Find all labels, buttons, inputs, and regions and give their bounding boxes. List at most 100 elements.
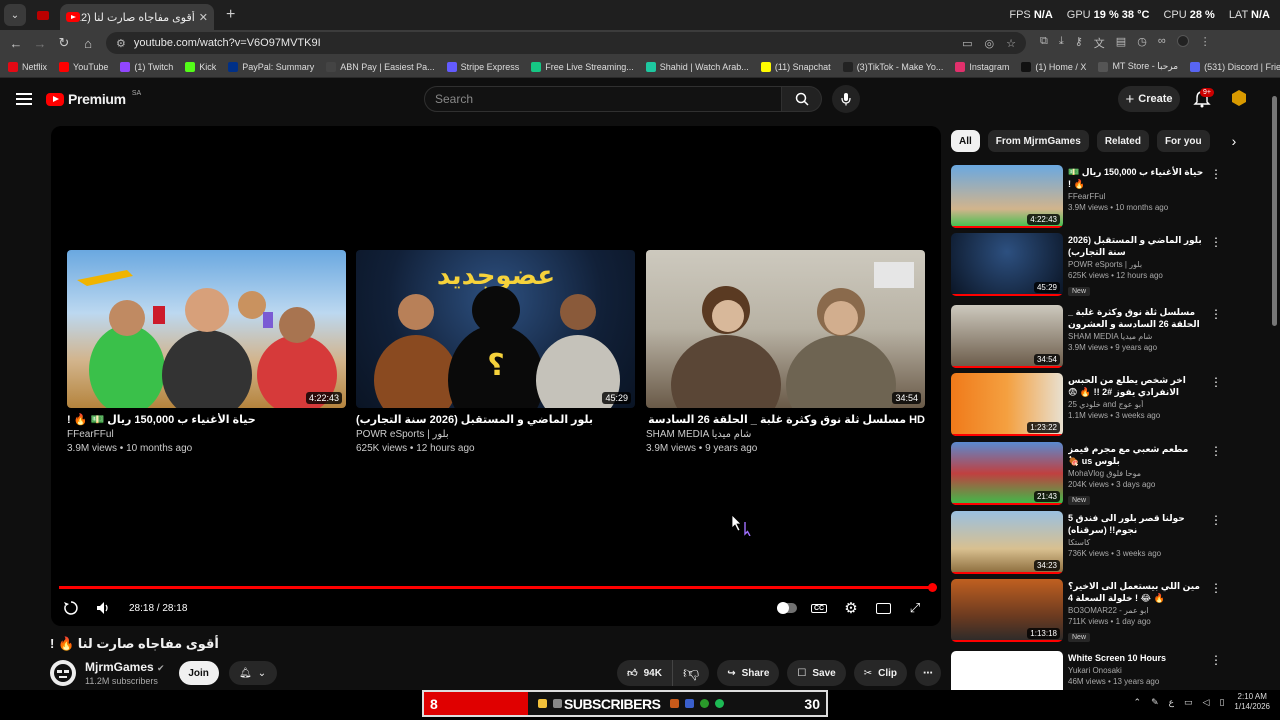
xbox-icon[interactable] — [700, 699, 710, 708]
recommendation-thumbnail[interactable]: 1:23:22 — [951, 373, 1063, 436]
clock[interactable]: 2:10 AM 1/14/2026 — [1234, 692, 1270, 712]
join-button[interactable]: Join — [178, 661, 219, 685]
recommendation-title[interactable]: White Screen 10 Hours — [1068, 652, 1208, 664]
bookmark-item[interactable]: Instagram — [955, 61, 1009, 72]
spotify-icon[interactable] — [715, 699, 725, 708]
recommendation-title[interactable]: مطعم شعبي مع مجرم فيمز بلوس us 🍖 — [1068, 443, 1208, 467]
channel-name[interactable]: MjrmGames ✔ — [85, 660, 165, 674]
bookmark-item[interactable]: PayPal: Summary — [228, 61, 314, 72]
recommendation-item[interactable]: 34:54 مسلسل ثلة نوق وكثرة غلبة _ الحلقة 2… — [951, 305, 1231, 369]
volume-tray-icon[interactable]: ◁ — [1203, 697, 1210, 708]
video-player[interactable]: 4:22:43 حياة الأغنياء ب 150,000 ريال 💵 🔥… — [51, 126, 941, 626]
extensions-icon[interactable]: ⧉ — [1040, 35, 1048, 51]
youtube-logo[interactable]: Premium SA — [46, 90, 141, 107]
voice-search-button[interactable] — [832, 85, 860, 113]
wallet-icon[interactable]: ▤ — [1116, 35, 1126, 51]
history-icon[interactable]: ◷ — [1137, 35, 1147, 51]
account-avatar[interactable] — [1232, 90, 1246, 106]
download-icon[interactable]: ⤓ — [1059, 35, 1064, 51]
bookmark-item[interactable]: (531) Discord | Frien... — [1190, 61, 1280, 72]
site-info-icon[interactable]: ⚙ — [116, 37, 126, 50]
recommendation-item[interactable]: 1:23:22 اخر شخص يطلع من الحبس الانفرادي ي… — [951, 373, 1231, 437]
endcard-video[interactable]: 34:54 HD مسلسل ثلة نوق وكثرة غلبة _ الحل… — [646, 250, 925, 454]
bookmark-item[interactable]: Kick — [185, 61, 216, 72]
url-field[interactable]: ⚙ youtube.com/watch?v=V6O97MVTK9I ▭ ◎ ☆ — [106, 32, 1026, 54]
bookmark-star-icon[interactable]: ☆ — [1006, 37, 1016, 50]
pen-icon[interactable]: ✎ — [1151, 697, 1159, 708]
bookmark-item[interactable]: Shahid | Watch Arab... — [645, 61, 749, 72]
share-button[interactable]: ↪ Share — [717, 660, 780, 686]
bookmark-item[interactable]: (11) Snapchat — [760, 61, 831, 72]
like-button[interactable]: 👍︎ 94K — [617, 660, 673, 686]
more-options-icon[interactable]: ⋮ — [1210, 375, 1222, 389]
bookmark-item[interactable]: (1) Home / X — [1021, 61, 1086, 72]
more-options-icon[interactable]: ⋮ — [1210, 167, 1222, 181]
save-button[interactable]: ☐ Save — [787, 660, 846, 686]
search-button[interactable] — [782, 86, 822, 112]
bookmark-item[interactable]: Free Live Streaming... — [531, 61, 634, 72]
more-options-icon[interactable]: ⋮ — [1210, 513, 1222, 527]
channel-avatar[interactable] — [50, 660, 76, 686]
tab-search-button[interactable]: ⌄ — [4, 4, 26, 26]
chip-from-channel[interactable]: From MjrmGames — [987, 130, 1089, 152]
chip-for-you[interactable]: For you — [1156, 130, 1210, 152]
forward-icon[interactable]: → — [28, 36, 52, 51]
reload-icon[interactable]: ↻ — [52, 35, 76, 51]
eye-off-icon[interactable]: ◎ — [985, 37, 995, 50]
recommendation-title[interactable]: مين اللي بيستعمل الى الاخير؟ 🔥 😂 ! خلولة… — [1068, 580, 1208, 604]
fullscreen-icon[interactable]: ⤢ — [903, 598, 927, 618]
recommendation-title[interactable]: اخر شخص يطلع من الحبس الانفرادي يفوز #2 … — [1068, 374, 1208, 398]
create-button[interactable]: + Create — [1118, 86, 1180, 112]
active-tab[interactable]: أقوى مفاجاه صارت لنا (12) 🔥 ! ✕ — [60, 4, 214, 30]
battery-icon[interactable]: ▯ — [1219, 697, 1224, 708]
autoplay-toggle[interactable] — [775, 598, 799, 618]
more-options-icon[interactable]: ⋮ — [1210, 581, 1222, 595]
settings-gear-icon[interactable]: ⚙ — [839, 598, 863, 618]
key-icon[interactable]: ⚷ — [1075, 35, 1083, 51]
page-scrollbar[interactable] — [1272, 96, 1277, 326]
profile-icon[interactable] — [1176, 35, 1189, 47]
link-icon[interactable]: ∞ — [1158, 35, 1166, 51]
subscribed-bell-button[interactable]: 🔔︎ ⌄ — [228, 661, 277, 685]
bookmark-item[interactable]: Netflix — [8, 61, 47, 72]
volume-icon[interactable] — [91, 598, 115, 618]
recommendation-thumbnail[interactable]: 1:13:18 — [951, 579, 1063, 642]
more-options-icon[interactable]: ⋮ — [1210, 444, 1222, 458]
recommendation-item[interactable]: 45:29 بلور الماضي و المستقبل (2026 سنة ال… — [951, 233, 1231, 297]
cast-icon[interactable]: ▭ — [962, 37, 972, 50]
endcard-thumbnail[interactable]: 34:54 — [646, 250, 925, 408]
app-icon[interactable] — [553, 699, 562, 708]
bookmark-item[interactable]: Stripe Express — [446, 61, 519, 72]
recommendation-thumbnail[interactable]: 21:43 — [951, 442, 1063, 505]
endcard-title[interactable]: حياة الأغنياء ب 150,000 ريال 💵 🔥 ! — [67, 413, 346, 426]
language-indicator[interactable]: ع — [1169, 697, 1174, 708]
menu-dots-icon[interactable]: ⋮ — [1200, 35, 1211, 51]
miniplayer-icon[interactable] — [871, 598, 895, 618]
recommendation-thumbnail[interactable]: 4:22:43 — [951, 165, 1063, 228]
bookmark-item[interactable]: ABN Pay | Easiest Pa... — [326, 61, 435, 72]
more-options-icon[interactable]: ⋮ — [1210, 307, 1222, 321]
bookmark-item[interactable]: (1) Twitch — [120, 61, 173, 72]
bookmark-item[interactable]: YouTube — [59, 61, 108, 72]
chip-all[interactable]: All — [951, 130, 980, 152]
recommendation-title[interactable]: حياة الأغنياء ب 150,000 ريال 💵 🔥 ! — [1068, 166, 1208, 190]
subtitles-icon[interactable]: CC — [807, 598, 831, 618]
recommendation-thumbnail[interactable]: 45:29 — [951, 233, 1063, 296]
chip-related[interactable]: Related — [1096, 130, 1149, 152]
endcard-thumbnail[interactable]: عضوجديد ؟ 45:29 — [356, 250, 635, 408]
endcard-video[interactable]: عضوجديد ؟ 45:29 بلور الماضي و المستقبل (… — [356, 250, 635, 454]
tab-close-icon[interactable]: ✕ — [199, 11, 208, 24]
bookmark-item[interactable]: (3)TikTok - Make Yo... — [842, 61, 943, 72]
recommendation-title[interactable]: حولنا قصر بلور الى فندق 5 نجوم!! (سرقناه… — [1068, 512, 1208, 536]
more-options-icon[interactable]: ⋮ — [1210, 235, 1222, 249]
tray-expand-icon[interactable]: ⌃ — [1134, 697, 1142, 708]
menu-icon[interactable] — [16, 90, 32, 108]
endcard-title[interactable]: HD مسلسل ثلة نوق وكثرة غلبة _ الحلقة 26 … — [646, 413, 925, 426]
recommendation-item[interactable]: 4:22:43 حياة الأغنياء ب 150,000 ريال 💵 🔥 … — [951, 165, 1231, 229]
chevron-right-icon[interactable]: › — [1232, 133, 1237, 149]
more-options-icon[interactable]: ⋮ — [1210, 653, 1222, 667]
search-input[interactable]: Search — [424, 86, 782, 112]
replay-icon[interactable] — [59, 598, 83, 618]
back-icon[interactable]: ← — [4, 36, 28, 51]
clip-button[interactable]: ✂ Clip — [853, 660, 907, 686]
